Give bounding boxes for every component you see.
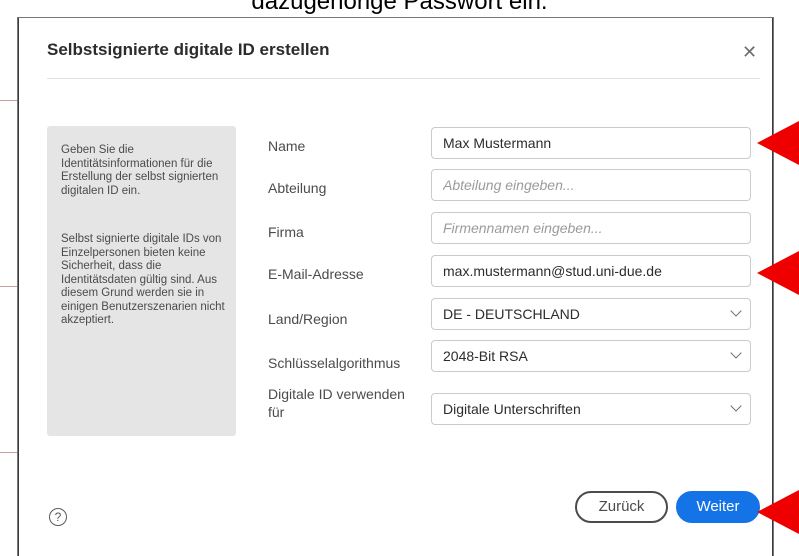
- usage-select[interactable]: Digitale Unterschriften: [431, 393, 751, 425]
- title-divider: [47, 78, 760, 79]
- name-field[interactable]: [431, 127, 751, 159]
- chevron-down-icon: [730, 400, 742, 412]
- info-text-intro: Geben Sie die Identitätsinformationen fü…: [61, 144, 219, 197]
- backdrop-divider: [0, 100, 20, 101]
- department-label: Abteilung: [268, 180, 327, 196]
- department-field[interactable]: [431, 169, 751, 201]
- close-icon[interactable]: ✕: [742, 42, 757, 63]
- key-algorithm-value: 2048-Bit RSA: [443, 348, 528, 364]
- annotation-arrow-name: [757, 121, 799, 165]
- key-algorithm-label: Schlüsselalgorithmus: [268, 355, 401, 371]
- dialog-title: Selbstsignierte digitale ID erstellen: [47, 40, 330, 59]
- country-select[interactable]: DE - DEUTSCHLAND: [431, 298, 751, 330]
- name-label: Name: [268, 138, 306, 154]
- back-button[interactable]: Zurück: [575, 491, 668, 523]
- help-icon[interactable]: ?: [49, 508, 67, 526]
- usage-label-line2: für: [268, 404, 285, 420]
- annotation-arrow-next: [757, 490, 799, 534]
- usage-label-line1: Digitale ID verwenden: [268, 386, 405, 402]
- info-panel: Geben Sie die Identitätsinformationen fü…: [47, 126, 236, 436]
- chevron-down-icon: [730, 347, 742, 359]
- email-label: E-Mail-Adresse: [268, 266, 364, 282]
- country-value: DE - DEUTSCHLAND: [443, 306, 580, 322]
- info-text-warning: Selbst signierte digitale IDs von Einzel…: [61, 233, 225, 326]
- document-caption: dazugehörige Passwort ein.: [251, 0, 548, 15]
- usage-value: Digitale Unterschriften: [443, 401, 581, 417]
- backdrop-divider: [0, 452, 20, 453]
- annotation-arrow-email: [757, 251, 799, 295]
- backdrop-divider: [0, 286, 20, 287]
- chevron-down-icon: [730, 305, 742, 317]
- next-button[interactable]: Weiter: [676, 491, 760, 523]
- email-field[interactable]: [431, 255, 751, 287]
- country-label: Land/Region: [268, 311, 348, 327]
- company-field[interactable]: [431, 212, 751, 244]
- key-algorithm-select[interactable]: 2048-Bit RSA: [431, 340, 751, 372]
- company-label: Firma: [268, 224, 304, 240]
- usage-label: Digitale ID verwenden für: [268, 385, 405, 421]
- create-digital-id-dialog: Selbstsignierte digitale ID erstellen ✕ …: [18, 18, 773, 556]
